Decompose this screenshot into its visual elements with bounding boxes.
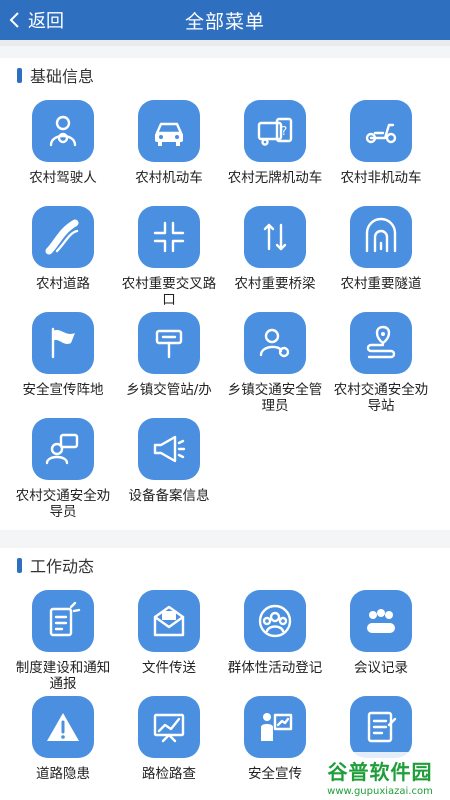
group-icon (244, 590, 306, 652)
menu-item[interactable]: 农村重要隧道 (328, 206, 434, 312)
meeting-icon (350, 590, 412, 652)
menu-item-label: 会议记录 (354, 660, 408, 676)
driver-icon (32, 100, 94, 162)
section-title: 基础信息 (30, 67, 95, 86)
car-icon (138, 100, 200, 162)
menu-item-label: 农村机动车 (135, 170, 203, 186)
menu-item[interactable]: 农村重要交叉路口 (116, 206, 222, 312)
menu-item[interactable]: 农村交通安全劝导员 (10, 418, 116, 524)
menu-item[interactable]: 农村道路 (10, 206, 116, 312)
menu-item-label: 农村交通安全劝导员 (15, 488, 111, 520)
intersection-icon (138, 206, 200, 268)
menu-item[interactable]: 乡镇交管站/办 (116, 312, 222, 418)
menu-item[interactable]: 农村非机动车 (328, 100, 434, 206)
menu-item-label: 乡镇交管站/办 (126, 382, 212, 398)
section-header: 工作动态 (0, 548, 450, 582)
menu-item[interactable]: 路检路查 (116, 696, 222, 800)
menu-item[interactable]: 文件传送 (116, 590, 222, 696)
section-accent-bar (17, 557, 22, 573)
menu-item[interactable]: 道路隐患 (10, 696, 116, 800)
bridge-icon (244, 206, 306, 268)
menu-item[interactable]: 农村驾驶人 (10, 100, 116, 206)
menu-item-label: 农村非机动车 (340, 170, 422, 186)
scooter-icon (350, 100, 412, 162)
presentation-icon (244, 696, 306, 758)
menu-item[interactable]: 安全宣传阵地 (10, 312, 116, 418)
menu-item[interactable]: 农村重要桥梁 (222, 206, 328, 312)
menu-item[interactable]: 会议记录 (328, 590, 434, 696)
top-bar: 返回 全部菜单 (0, 0, 450, 40)
menu-item-label: 设备备案信息 (128, 488, 210, 504)
back-button[interactable]: 返回 (6, 0, 64, 40)
menu-item-label: 农村道路 (36, 276, 90, 292)
back-label: 返回 (28, 11, 64, 32)
unlicensed-vehicle-icon: ? (244, 100, 306, 162)
menu-item-label: 农村无牌机动车 (227, 170, 323, 186)
signpost-icon (138, 312, 200, 374)
chart-board-icon (138, 696, 200, 758)
menu-item-label: 乡镇交通安全管理员 (227, 382, 323, 414)
road-icon (32, 206, 94, 268)
menu-item-label: 农村重要桥梁 (234, 276, 316, 292)
tunnel-icon (350, 206, 412, 268)
location-route-icon (350, 312, 412, 374)
watermark-url: www.gupuxiazai.com (327, 785, 433, 797)
section-basic-info: 基础信息 农村驾驶人 农村机动车? 农村无牌机动车 农村非机动车 农村道路 农村重要交叉路… (0, 58, 450, 530)
menu-item[interactable]: 农村交通安全劝导站 (328, 312, 434, 418)
menu-item-label: 文件传送 (142, 660, 196, 676)
menu-item-label: 道路隐患 (36, 766, 90, 782)
mail-icon (138, 590, 200, 652)
notepad-icon (350, 696, 412, 758)
section-title: 工作动态 (30, 557, 95, 576)
section-accent-bar (17, 67, 22, 83)
header-divider (0, 40, 450, 46)
menu-item-label: 制度建设和通知通报 (15, 660, 111, 692)
menu-item-label: 农村重要隧道 (340, 276, 422, 292)
menu-item[interactable]: 农村机动车 (116, 100, 222, 206)
menu-item-label: 农村交通安全劝导站 (333, 382, 429, 414)
menu-item[interactable]: 设备备案信息 (116, 418, 222, 524)
chevron-left-icon (9, 12, 19, 28)
svg-text:?: ? (281, 124, 287, 138)
menu-item[interactable]: 制度建设和通知通报 (10, 590, 116, 696)
document-icon (32, 590, 94, 652)
section-header: 基础信息 (0, 58, 450, 92)
watermark-text: 谷普软件园 (327, 759, 433, 784)
admin-user-icon (244, 312, 306, 374)
megaphone-icon (138, 418, 200, 480)
warning-icon (32, 696, 94, 758)
menu-item[interactable]: 乡镇交通安全管理员 (222, 312, 328, 418)
page-title: 全部菜单 (184, 10, 265, 33)
menu-item-label: 农村重要交叉路口 (121, 276, 217, 308)
menu-item-label: 路检路查 (142, 766, 196, 782)
menu-item-label: 农村驾驶人 (29, 170, 97, 186)
menu-item[interactable]: 群体性活动登记 (222, 590, 328, 696)
menu-item-label: 安全宣传阵地 (22, 382, 104, 398)
menu-item[interactable]: ? 农村无牌机动车 (222, 100, 328, 206)
watermark-logo: 谷普软件园 www.gupuxiazai.com (310, 752, 450, 800)
flag-icon (32, 312, 94, 374)
menu-item-label: 群体性活动登记 (227, 660, 323, 676)
chat-user-icon (32, 418, 94, 480)
